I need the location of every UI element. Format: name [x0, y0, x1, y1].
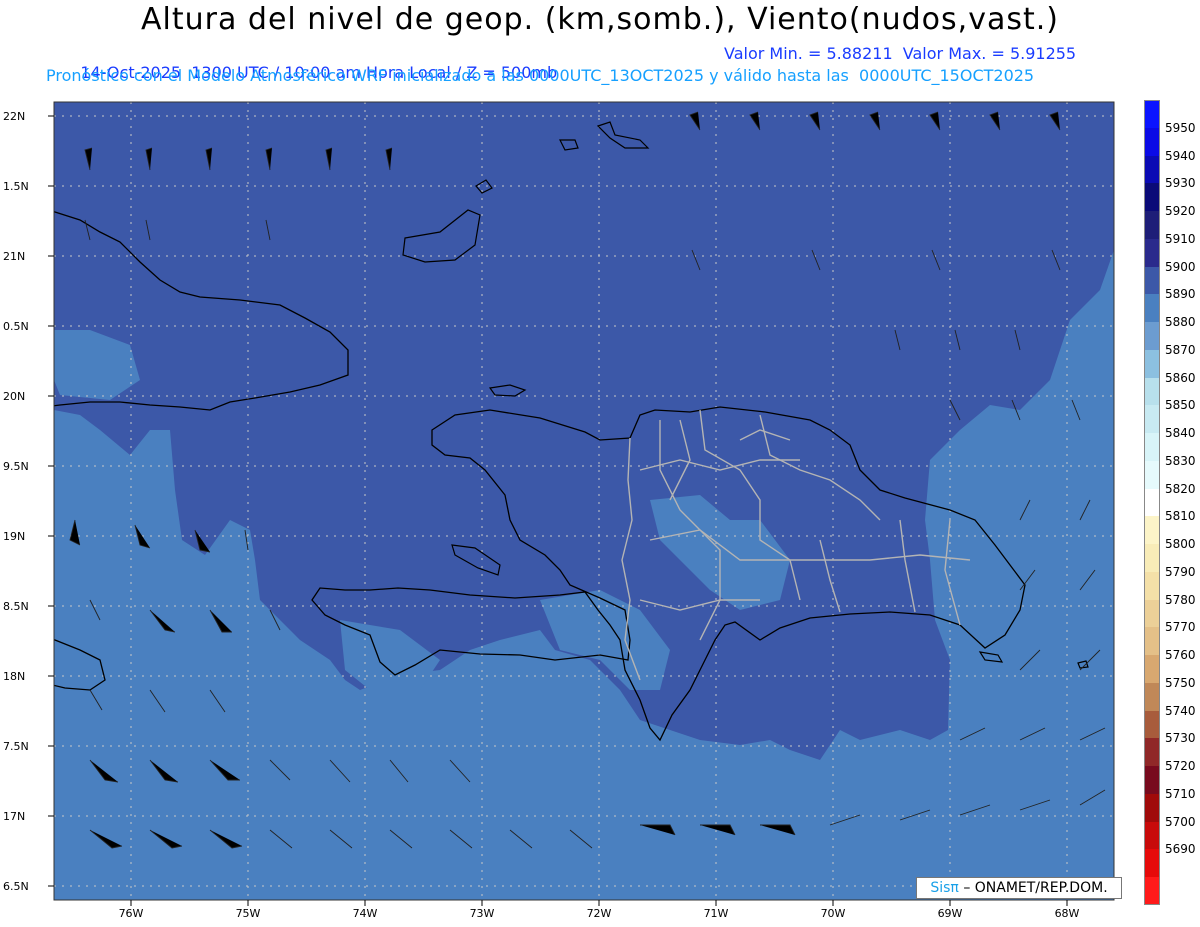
- lat-label: 6.5N: [3, 880, 29, 893]
- map-canvas: 22N 1.5N 21N 0.5N 20N 9.5N 19N 8.5N 18N …: [3, 101, 1115, 920]
- map-plot-area: [54, 102, 1114, 900]
- lon-label: 74W: [353, 907, 378, 920]
- lon-label: 69W: [938, 907, 963, 920]
- colorbar-level-label: 5840: [1165, 426, 1196, 441]
- lon-label: 71W: [704, 907, 729, 920]
- colorbar-level-label: 5910: [1165, 231, 1196, 246]
- colorbar-level-label: 5820: [1165, 481, 1196, 496]
- colorbar-level-label: 5800: [1165, 537, 1196, 552]
- lon-ticks: [130, 900, 1068, 906]
- colorbar-level-label: 5740: [1165, 703, 1196, 718]
- colorbar-level-label: 5920: [1165, 204, 1196, 219]
- colorbar-level-label: 5950: [1165, 120, 1196, 135]
- colorbar-level-label: 5760: [1165, 648, 1196, 663]
- colorbar-level-label: 5750: [1165, 675, 1196, 690]
- lon-label: 73W: [470, 907, 495, 920]
- lat-label: 9.5N: [3, 460, 29, 473]
- colorbar-frame: [1144, 100, 1160, 905]
- longitude-labels: 76W 75W 74W 73W 72W 71W 70W 69W 68W: [119, 907, 1080, 920]
- colorbar-level-label: 5880: [1165, 315, 1196, 330]
- colorbar-level-label: 5870: [1165, 342, 1196, 357]
- colorbar-level-label: 5790: [1165, 564, 1196, 579]
- latitude-labels: 22N 1.5N 21N 0.5N 20N 9.5N 19N 8.5N 18N …: [3, 110, 29, 893]
- sispi-logo: Sisπ: [930, 880, 959, 896]
- colorbar-level-label: 5810: [1165, 509, 1196, 524]
- colorbar-level-label: 5690: [1165, 842, 1196, 857]
- colorbar-level-label: 5900: [1165, 259, 1196, 274]
- colorbar-level-label: 5860: [1165, 370, 1196, 385]
- colorbar-level-label: 5930: [1165, 176, 1196, 191]
- lat-label: 22N: [3, 110, 25, 123]
- lon-label: 72W: [587, 907, 612, 920]
- colorbar-level-label: 5700: [1165, 814, 1196, 829]
- colorbar-level-label: 5850: [1165, 398, 1196, 413]
- colorbar-legend: 5950 5940 5930 5920 5910 5900 5890 5880 5870 5860…: [1144, 100, 1200, 906]
- credit-text: – ONAMET/REP.DOM.: [963, 880, 1108, 896]
- lat-label: 21N: [3, 250, 25, 263]
- colorbar-level-label: 5780: [1165, 592, 1196, 607]
- lat-label: 8.5N: [3, 600, 29, 613]
- lat-label: 7.5N: [3, 740, 29, 753]
- lat-label: 1.5N: [3, 180, 29, 193]
- lon-label: 68W: [1055, 907, 1080, 920]
- lat-label: 17N: [3, 810, 25, 823]
- lat-label: 18N: [3, 670, 25, 683]
- colorbar-level-label: 5940: [1165, 148, 1196, 163]
- lat-label: 20N: [3, 390, 25, 403]
- colorbar-level-label: 5710: [1165, 786, 1196, 801]
- credit-box: Sisπ – ONAMET/REP.DOM.: [916, 877, 1122, 899]
- colorbar-level-label: 5720: [1165, 759, 1196, 774]
- colorbar-level-label: 5890: [1165, 287, 1196, 302]
- lon-label: 75W: [236, 907, 261, 920]
- lon-label: 70W: [821, 907, 846, 920]
- lon-label: 76W: [119, 907, 144, 920]
- colorbar-level-label: 5830: [1165, 453, 1196, 468]
- lat-label: 0.5N: [3, 320, 29, 333]
- colorbar-level-label: 5730: [1165, 731, 1196, 746]
- lat-ticks: [48, 115, 54, 887]
- lat-label: 19N: [3, 530, 25, 543]
- colorbar-level-label: 5770: [1165, 620, 1196, 635]
